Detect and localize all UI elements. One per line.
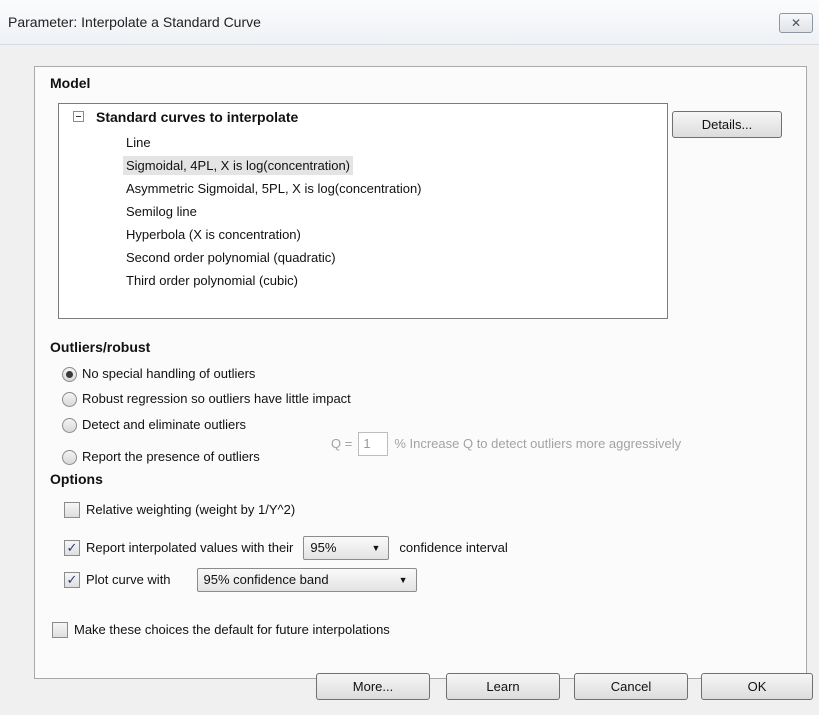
close-button[interactable]: ✕ xyxy=(779,13,813,33)
outlier-option-eliminate[interactable]: Detect and eliminate outliers xyxy=(62,415,246,435)
curve-item-sigmoidal-4pl[interactable]: Sigmoidal, 4PL, X is log(concentration) xyxy=(123,156,354,175)
curve-item-second-order-polynomial[interactable]: Second order polynomial (quadratic) xyxy=(123,248,339,267)
report-interpolated-checkbox[interactable]: ✓ xyxy=(64,540,80,556)
cancel-button[interactable]: Cancel xyxy=(574,673,688,700)
confidence-level-value: 95% xyxy=(310,540,337,555)
q-setting: Q = 1 % Increase Q to detect outliers mo… xyxy=(331,431,681,457)
learn-button[interactable]: Learn xyxy=(446,673,560,700)
plot-curve-option[interactable]: ✓ Plot curve with 95% confidence band ▼ xyxy=(64,567,417,593)
confidence-band-select[interactable]: 95% confidence band ▼ xyxy=(196,568,417,592)
default-choice-checkbox[interactable] xyxy=(52,622,68,638)
chevron-down-icon: ▼ xyxy=(371,543,381,553)
outlier-option-label: Detect and eliminate outliers xyxy=(82,417,247,432)
q-value-input[interactable]: 1 xyxy=(358,432,389,456)
confidence-interval-label: confidence interval xyxy=(399,540,508,555)
curve-item-asymmetric-sigmoidal-5pl[interactable]: Asymmetric Sigmoidal, 5PL, X is log(conc… xyxy=(123,179,425,198)
tree-header-label: Standard curves to interpolate xyxy=(96,109,299,125)
radio-button[interactable] xyxy=(62,449,77,465)
curve-item-semilog-line[interactable]: Semilog line xyxy=(123,202,200,221)
radio-button[interactable] xyxy=(62,417,77,433)
curve-item-hyperbola[interactable]: Hyperbola (X is concentration) xyxy=(123,225,304,244)
relative-weighting-option[interactable]: Relative weighting (weight by 1/Y^2) xyxy=(64,500,295,520)
report-interpolated-option[interactable]: ✓ Report interpolated values with their … xyxy=(64,535,508,561)
relative-weighting-label: Relative weighting (weight by 1/Y^2) xyxy=(86,502,296,517)
tree-header[interactable]: Standard curves to interpolate xyxy=(73,109,298,125)
outlier-option-none[interactable]: No special handling of outliers xyxy=(62,364,255,384)
relative-weighting-checkbox[interactable] xyxy=(64,502,80,518)
outlier-option-report[interactable]: Report the presence of outliers xyxy=(62,447,260,467)
curve-item-line[interactable]: Line xyxy=(123,133,154,152)
default-choice-option[interactable]: Make these choices the default for futur… xyxy=(52,620,390,640)
outlier-option-label: Report the presence of outliers xyxy=(82,449,260,464)
options-section-title: Options xyxy=(50,471,103,487)
confidence-band-value: 95% confidence band xyxy=(203,572,329,587)
minus-box-icon[interactable] xyxy=(73,111,84,122)
q-label: Q = xyxy=(331,436,353,451)
default-choice-label: Make these choices the default for futur… xyxy=(74,622,390,637)
more-button[interactable]: More... xyxy=(316,673,430,700)
plot-curve-label: Plot curve with xyxy=(86,572,171,587)
outlier-option-label: Robust regression so outliers have littl… xyxy=(82,391,351,406)
details-button[interactable]: Details... xyxy=(672,111,782,138)
ok-button[interactable]: OK xyxy=(701,673,813,700)
confidence-level-select[interactable]: 95% ▼ xyxy=(303,536,390,560)
chevron-down-icon: ▼ xyxy=(398,575,408,585)
standard-curves-list[interactable]: Standard curves to interpolate Line Sigm… xyxy=(58,103,668,319)
outlier-option-robust[interactable]: Robust regression so outliers have littl… xyxy=(62,389,351,409)
radio-button[interactable] xyxy=(62,391,77,407)
outlier-option-label: No special handling of outliers xyxy=(82,366,256,381)
window-title: Parameter: Interpolate a Standard Curve xyxy=(8,14,261,30)
outliers-section-title: Outliers/robust xyxy=(50,339,151,355)
report-interpolated-label: Report interpolated values with their xyxy=(86,540,294,555)
close-icon: ✕ xyxy=(790,16,802,30)
plot-curve-checkbox[interactable]: ✓ xyxy=(64,572,80,588)
title-bar: Parameter: Interpolate a Standard Curve … xyxy=(0,0,819,45)
q-hint: % Increase Q to detect outliers more agg… xyxy=(394,436,682,451)
model-section-title: Model xyxy=(50,75,91,91)
curve-item-third-order-polynomial[interactable]: Third order polynomial (cubic) xyxy=(123,271,301,290)
radio-button[interactable] xyxy=(62,366,77,382)
